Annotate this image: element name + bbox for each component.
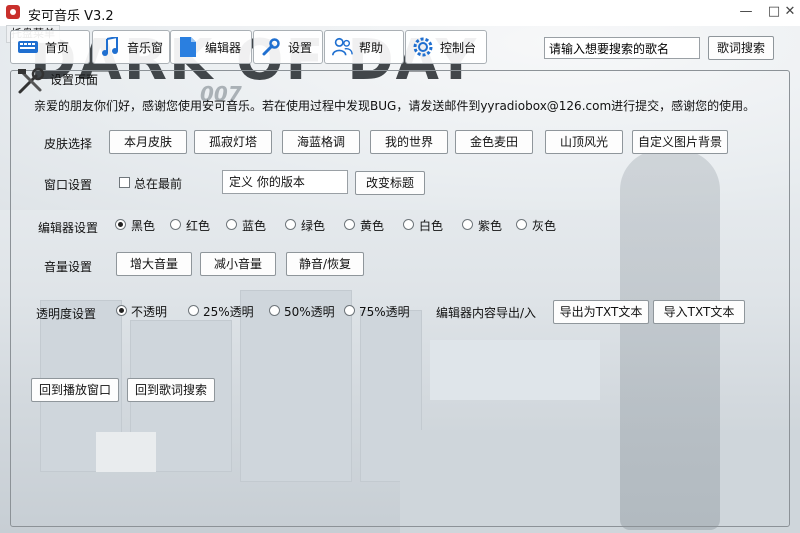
skin-option-button[interactable]: 山顶风光 (545, 130, 623, 154)
skin-option-button[interactable]: 海蓝格调 (282, 130, 360, 154)
window-title: 安可音乐 V3.2 (28, 9, 114, 24)
people-icon (331, 36, 353, 58)
skin-option-button[interactable]: 金色麦田 (455, 130, 533, 154)
editor-color-label: 绿色 (301, 219, 326, 233)
editor-color-radio[interactable] (285, 219, 296, 230)
skin-option-button[interactable]: 孤寂灯塔 (194, 130, 272, 154)
opacity-option-label: 50%透明 (284, 305, 335, 319)
title-bar: 安可音乐 V3.2 — □ ✕ (0, 0, 800, 26)
nav-console-label: 控制台 (440, 40, 477, 55)
editor-color-label: 黑色 (131, 219, 156, 233)
intro-text: 亲爱的朋友你们好，感谢您使用安可音乐。若在使用过程中发现BUG，请发送邮件到yy… (34, 99, 756, 113)
back-to-lyrics-search-button[interactable]: 回到歌词搜索 (127, 378, 215, 402)
always-on-top-label: 总在最前 (134, 177, 183, 191)
editor-color-radio[interactable] (344, 219, 355, 230)
nav-console-button[interactable]: 控制台 (405, 30, 487, 64)
opacity-option-label: 75%透明 (359, 305, 410, 319)
change-title-button[interactable]: 改变标题 (355, 171, 425, 195)
nav-settings-label: 设置 (288, 40, 313, 55)
editor-color-label: 紫色 (478, 219, 503, 233)
volume-down-button[interactable]: 减小音量 (200, 252, 276, 276)
nav-settings-button[interactable]: 设置 (253, 30, 323, 64)
editor-color-radio[interactable] (462, 219, 473, 230)
always-on-top-checkbox[interactable] (119, 177, 130, 188)
volume-settings-label: 音量设置 (44, 260, 93, 274)
music-note-icon (99, 36, 121, 58)
editor-color-radio[interactable] (115, 219, 126, 230)
keyboard-icon (17, 36, 39, 58)
editor-color-label: 蓝色 (242, 219, 267, 233)
editor-settings-label: 编辑器设置 (38, 221, 99, 235)
nav-help-button[interactable]: 帮助 (324, 30, 404, 64)
skin-option-button[interactable]: 我的世界 (370, 130, 448, 154)
nav-editor-button[interactable]: 编辑器 (170, 30, 252, 64)
nav-music-window-button[interactable]: 音乐窗 (92, 30, 170, 64)
opacity-radio[interactable] (188, 305, 199, 316)
version-field[interactable]: 定义 你的版本 (222, 170, 348, 194)
nav-editor-label: 编辑器 (205, 40, 242, 55)
close-button[interactable]: ✕ (780, 1, 800, 23)
editor-color-radio[interactable] (403, 219, 414, 230)
export-txt-button[interactable]: 导出为TXT文本 (553, 300, 649, 324)
settings-group-title: 设置页面 (50, 73, 99, 87)
back-to-player-button[interactable]: 回到播放窗口 (31, 378, 119, 402)
opacity-radio[interactable] (116, 305, 127, 316)
blank-panel (96, 432, 156, 472)
skin-option-button[interactable]: 本月皮肤 (109, 130, 187, 154)
opacity-radio[interactable] (269, 305, 280, 316)
gear-icon (412, 36, 434, 58)
lyrics-search-button[interactable]: 歌词搜索 (708, 36, 774, 60)
editor-color-label: 黄色 (360, 219, 385, 233)
editor-color-radio[interactable] (516, 219, 527, 230)
editor-export-label: 编辑器内容导出/入 (436, 306, 537, 320)
custom-background-button[interactable]: 自定义图片背景 (632, 130, 728, 154)
skin-label: 皮肤选择 (44, 137, 93, 151)
tools-icon (16, 66, 46, 96)
opacity-radio[interactable] (344, 305, 355, 316)
nav-home-label: 首页 (45, 40, 70, 55)
import-txt-button[interactable]: 导入TXT文本 (653, 300, 745, 324)
opacity-option-label: 不透明 (131, 305, 168, 319)
document-icon (177, 36, 199, 58)
nav-home-button[interactable]: 首页 (10, 30, 90, 64)
app-icon (6, 5, 20, 19)
opacity-settings-label: 透明度设置 (36, 307, 97, 321)
editor-color-radio[interactable] (170, 219, 181, 230)
mute-toggle-button[interactable]: 静音/恢复 (286, 252, 364, 276)
editor-color-label: 白色 (419, 219, 444, 233)
wrench-icon (260, 36, 282, 58)
window-settings-label: 窗口设置 (44, 178, 93, 192)
editor-color-radio[interactable] (226, 219, 237, 230)
nav-music-window-label: 音乐窗 (127, 40, 164, 55)
opacity-option-label: 25%透明 (203, 305, 254, 319)
editor-color-label: 红色 (186, 219, 211, 233)
volume-up-button[interactable]: 增大音量 (116, 252, 192, 276)
minimize-button[interactable]: — (732, 1, 760, 23)
song-search-input[interactable] (544, 37, 700, 59)
nav-help-label: 帮助 (359, 40, 384, 55)
editor-color-label: 灰色 (532, 219, 557, 233)
